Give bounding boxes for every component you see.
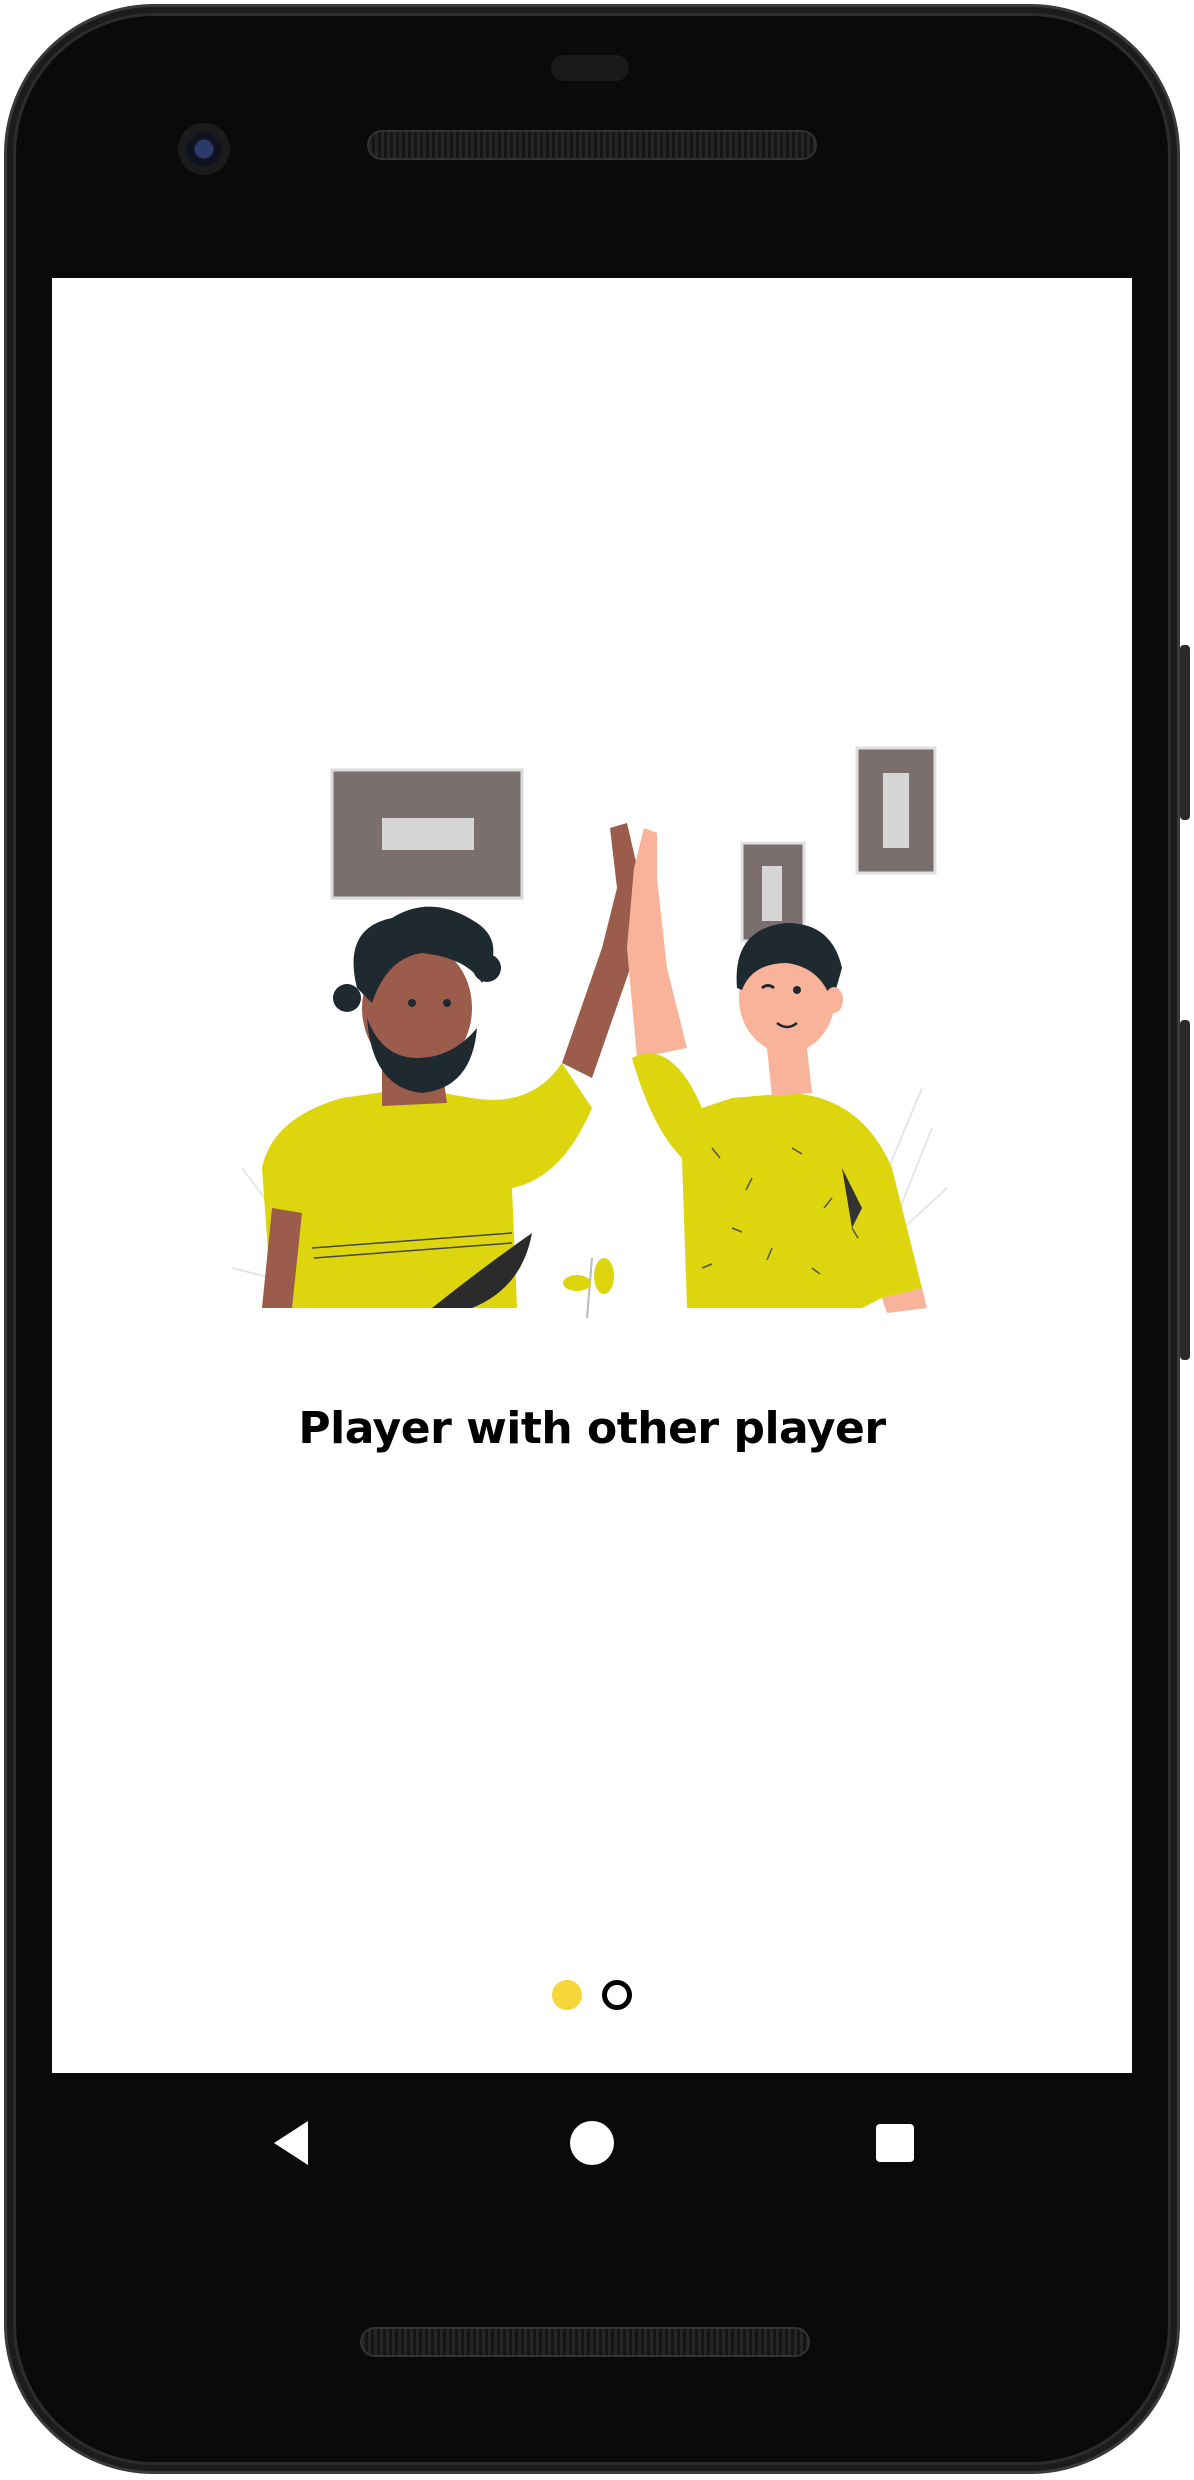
volume-button: [1180, 1020, 1190, 1360]
two-players-high-five-illustration: [232, 746, 948, 1319]
picture-frame-right: [855, 746, 937, 875]
square-recents-icon: [876, 2124, 914, 2162]
back-button[interactable]: [262, 2113, 322, 2173]
app-screen[interactable]: Player with other player: [52, 278, 1132, 2073]
front-camera: [178, 123, 230, 175]
earpiece-slot: [551, 55, 629, 81]
page-dot-1-active[interactable]: [552, 1980, 582, 2010]
home-button[interactable]: [562, 2113, 622, 2173]
recents-button[interactable]: [865, 2113, 925, 2173]
onboarding-caption: Player with other player: [298, 1403, 886, 1454]
page-dot-2[interactable]: [602, 1980, 632, 2010]
bottom-speaker-grille: [360, 2327, 810, 2357]
top-speaker-grille: [367, 130, 817, 160]
triangle-back-icon: [274, 2121, 308, 2165]
system-navigation-bar: [52, 2073, 1132, 2203]
circle-home-icon: [570, 2121, 614, 2165]
power-button: [1180, 645, 1190, 820]
page-indicator: [52, 1980, 1132, 2014]
picture-frame-left: [330, 768, 524, 900]
sprout-plant: [563, 1257, 614, 1319]
